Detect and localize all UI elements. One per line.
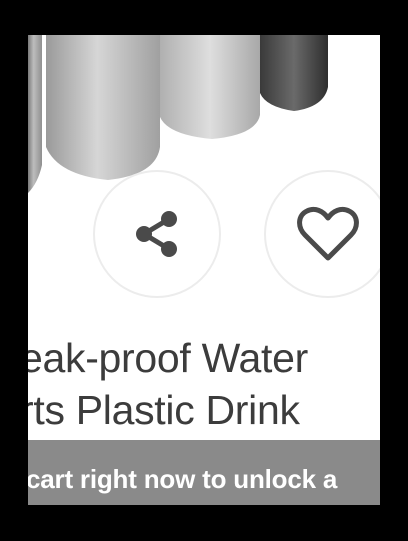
product-title-line-1: eak-proof Water — [28, 335, 308, 381]
promo-text: cart right now to unlock a — [28, 464, 338, 494]
wishlist-button[interactable] — [264, 170, 380, 298]
product-screen: eak-proof Water rts Plastic Drink cart r… — [28, 35, 380, 505]
share-button[interactable] — [93, 170, 221, 298]
product-title-line-2: rts Plastic Drink — [28, 387, 300, 433]
share-icon — [136, 211, 177, 257]
promo-banner[interactable]: cart right now to unlock a — [28, 440, 380, 505]
heart-icon — [297, 206, 359, 261]
product-title: eak-proof Water rts Plastic Drink — [28, 332, 380, 436]
